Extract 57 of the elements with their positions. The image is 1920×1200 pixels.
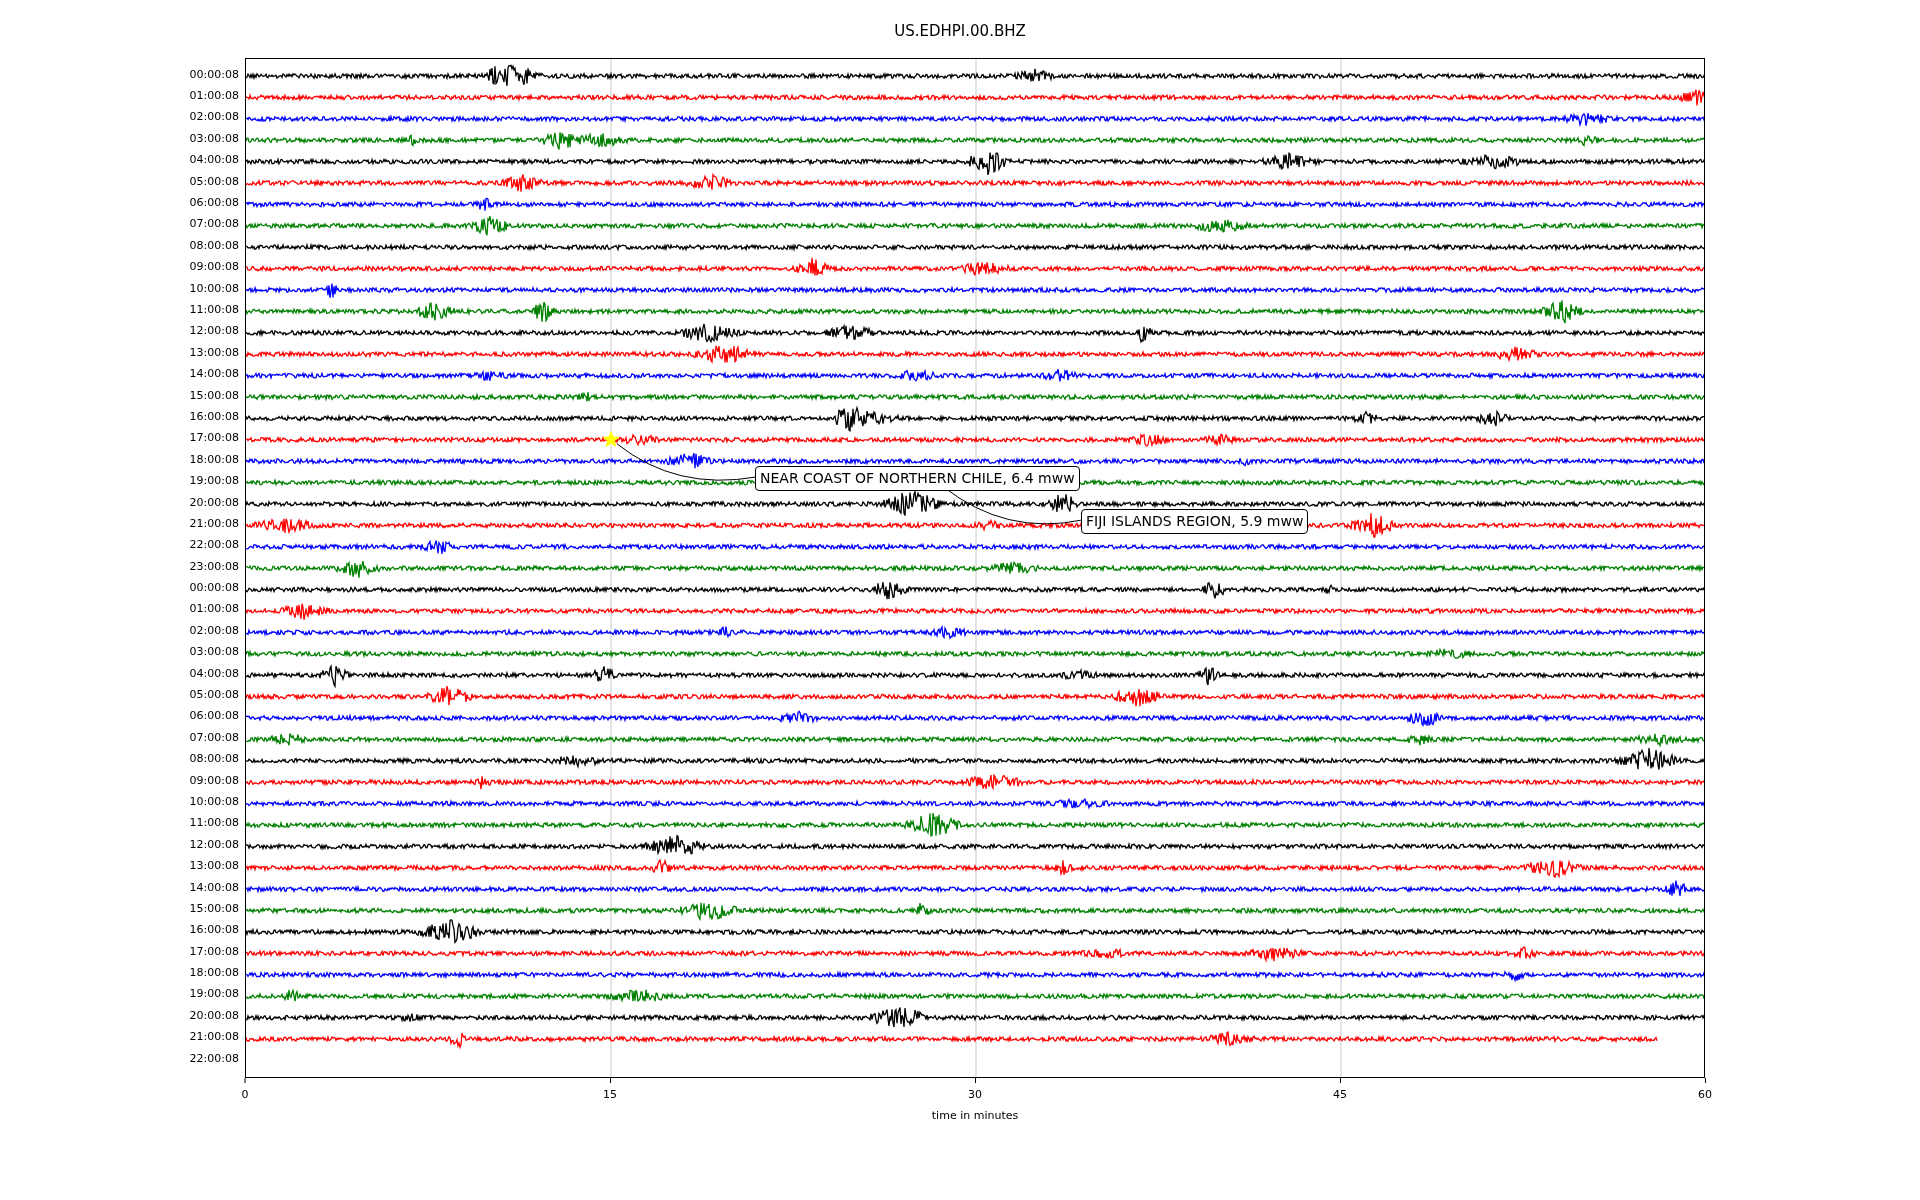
row-time-label: 15:00:08 (189, 389, 239, 401)
row-time-label: 11:00:08 (189, 817, 239, 829)
row-time-label: 10:00:08 (189, 282, 239, 294)
x-axis-label: time in minutes (931, 1107, 1019, 1124)
x-tick-label: 60 (1698, 1086, 1712, 1103)
row-time-label: 11:00:08 (189, 304, 239, 315)
row-time-label: 07:00:08 (189, 218, 239, 230)
row-time-label: 20:00:08 (189, 496, 239, 508)
row-time-label: 18:00:08 (189, 967, 239, 979)
row-time-label: 02:00:08 (189, 111, 239, 123)
row-time-label: 21:00:08 (189, 1031, 239, 1043)
row-time-label: 13:00:08 (189, 860, 239, 872)
row-time-label: 03:00:08 (189, 132, 239, 144)
row-time-label: 08:00:08 (189, 753, 239, 765)
row-time-label: 12:00:08 (189, 325, 239, 337)
row-time-label: 19:00:08 (189, 475, 239, 487)
row-time-label: 03:00:08 (189, 646, 239, 658)
row-time-label: 02:00:08 (189, 624, 239, 636)
row-time-label: 08:00:08 (189, 239, 239, 251)
row-time-label: 14:00:08 (189, 881, 239, 893)
row-time-label: 17:00:08 (189, 945, 239, 957)
event-annotation: NEAR COAST OF NORTHERN CHILE, 6.4 mww (755, 465, 1080, 491)
row-time-label: 09:00:08 (189, 261, 239, 273)
chart-title: US.EDHPI.00.BHZ (894, 21, 1026, 42)
x-tick-label: 45 (1333, 1086, 1347, 1103)
row-time-label: 14:00:08 (189, 368, 239, 380)
row-time-label: 04:00:08 (189, 667, 239, 679)
row-time-label: 12:00:08 (189, 838, 239, 850)
row-time-label: 01:00:08 (189, 90, 239, 102)
row-time-label: 15:00:08 (189, 902, 239, 914)
x-tick-label: 0 (241, 1086, 249, 1103)
x-tick-label: 30 (968, 1086, 982, 1103)
row-time-label: 18:00:08 (189, 453, 239, 465)
row-time-label: 21:00:08 (189, 517, 239, 529)
row-time-label: 06:00:08 (189, 197, 239, 209)
row-time-label: 09:00:08 (189, 774, 239, 786)
row-time-label: 23:00:08 (189, 560, 239, 572)
x-tick-label: 15 (603, 1086, 617, 1103)
row-time-label: 01:00:08 (189, 603, 239, 615)
row-time-label: 16:00:08 (189, 410, 239, 422)
row-time-label: 00:00:08 (189, 68, 239, 80)
row-time-label: 16:00:08 (189, 924, 239, 936)
row-time-label: 06:00:08 (189, 710, 239, 722)
row-time-label: 07:00:08 (189, 731, 239, 743)
row-time-label: 05:00:08 (189, 689, 239, 700)
row-time-label: 22:00:08 (189, 1052, 239, 1064)
row-time-label: 00:00:08 (189, 582, 239, 594)
row-time-label: 04:00:08 (189, 154, 239, 166)
row-time-label: 13:00:08 (189, 346, 239, 358)
event-annotation: FIJI ISLANDS REGION, 5.9 mww (1081, 508, 1309, 534)
row-time-label: 17:00:08 (189, 432, 239, 444)
star-marker (602, 430, 620, 447)
row-time-label: 19:00:08 (189, 988, 239, 1000)
row-time-label: 22:00:08 (189, 539, 239, 551)
row-time-label: 10:00:08 (189, 795, 239, 807)
row-time-label: 05:00:08 (189, 175, 239, 187)
row-time-label: 20:00:08 (189, 1009, 239, 1021)
